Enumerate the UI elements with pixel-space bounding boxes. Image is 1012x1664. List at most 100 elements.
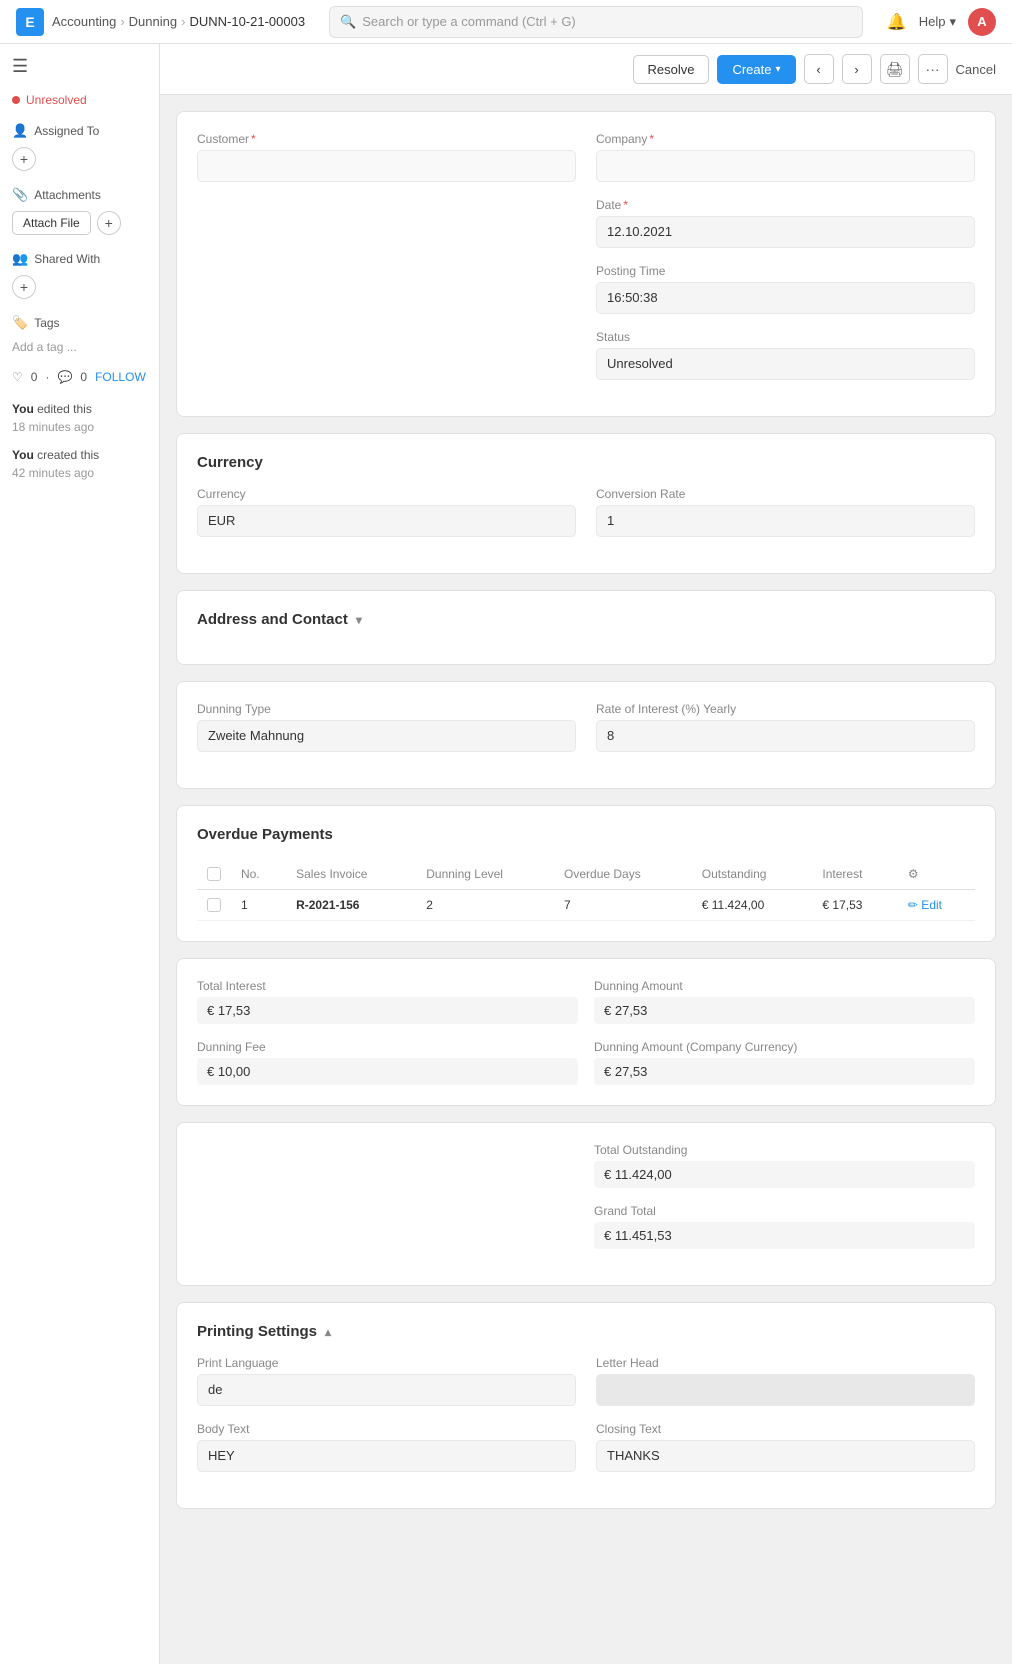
print-language-group: Print Language de bbox=[197, 1356, 576, 1406]
overdue-table-header: No. Sales Invoice Dunning Level Overdue … bbox=[197, 859, 975, 890]
letter-head-label: Letter Head bbox=[596, 1356, 975, 1370]
help-button[interactable]: Help ▾ bbox=[919, 14, 956, 30]
attach-file-add-button[interactable]: + bbox=[97, 211, 121, 235]
resolve-button[interactable]: Resolve bbox=[633, 55, 710, 84]
comments-count: 0 bbox=[80, 370, 87, 384]
print-language-field[interactable]: de bbox=[197, 1374, 576, 1406]
chevron-left-icon: ‹ bbox=[816, 62, 820, 77]
status-row: Status Unresolved bbox=[197, 330, 975, 396]
brand-logo: E bbox=[16, 8, 44, 36]
attach-file-button[interactable]: Attach File bbox=[12, 211, 91, 235]
table-settings-icon[interactable]: ⚙ bbox=[908, 867, 919, 881]
letter-head-field[interactable] bbox=[596, 1374, 975, 1406]
dunning-type-row: Dunning Type Zweite Mahnung Rate of Inte… bbox=[197, 702, 975, 768]
dunning-type-field[interactable]: Zweite Mahnung bbox=[197, 720, 576, 752]
search-bar[interactable]: 🔍 Search or type a command (Ctrl + G) bbox=[329, 6, 863, 38]
address-contact-card: Address and Contact ▾ bbox=[176, 590, 996, 665]
grand-total-left bbox=[197, 1143, 578, 1265]
create-dropdown-arrow-icon: ▾ bbox=[776, 64, 781, 75]
attachments-label: Attachments bbox=[34, 188, 101, 202]
follow-button[interactable]: FOLLOW bbox=[95, 370, 146, 384]
activity-entry-edited: You edited this 18 minutes ago bbox=[12, 400, 147, 436]
posting-time-label: Posting Time bbox=[596, 264, 975, 278]
avatar[interactable]: A bbox=[968, 8, 996, 36]
currency-field[interactable]: EUR bbox=[197, 505, 576, 537]
menu-icon[interactable]: ☰ bbox=[12, 56, 147, 77]
tags-section: 🏷️ Tags Add a tag ... bbox=[12, 315, 147, 354]
body-text-field[interactable]: HEY bbox=[197, 1440, 576, 1472]
status-label: Status bbox=[596, 330, 975, 344]
print-button[interactable]: 🖨 bbox=[880, 54, 910, 84]
topnav-actions: 🔔 Help ▾ A bbox=[887, 8, 996, 36]
print-language-label: Print Language bbox=[197, 1356, 576, 1370]
likes-count: 0 bbox=[31, 370, 38, 384]
posting-time-group: Posting Time 16:50:38 bbox=[596, 264, 975, 314]
closing-text-group: Closing Text THANKS bbox=[596, 1422, 975, 1472]
date-field[interactable]: 12.10.2021 bbox=[596, 216, 975, 248]
assigned-to-section: 👤 Assigned To + bbox=[12, 123, 147, 171]
edit-link[interactable]: ✏ Edit bbox=[908, 898, 965, 912]
dunning-amount-company-value: € 27,53 bbox=[594, 1058, 975, 1085]
rate-field[interactable]: 8 bbox=[596, 720, 975, 752]
like-icon[interactable]: ♡ bbox=[12, 370, 23, 384]
tag-icon: 🏷️ bbox=[12, 315, 28, 331]
dunning-fee-value: € 10,00 bbox=[197, 1058, 578, 1085]
totals-card: Total Interest € 17,53 Dunning Amount € … bbox=[176, 958, 996, 1106]
closing-text-field[interactable]: THANKS bbox=[596, 1440, 975, 1472]
total-interest-item: Total Interest € 17,53 bbox=[197, 979, 578, 1024]
total-outstanding-value: € 11.424,00 bbox=[594, 1161, 975, 1188]
currency-row: Currency EUR Conversion Rate 1 bbox=[197, 487, 975, 553]
dunning-amount-company-label: Dunning Amount (Company Currency) bbox=[594, 1040, 975, 1054]
more-options-button[interactable]: ··· bbox=[918, 54, 948, 84]
activity-action-2: created this bbox=[37, 448, 99, 462]
assigned-to-add-button[interactable]: + bbox=[12, 147, 36, 171]
conversion-rate-field[interactable]: 1 bbox=[596, 505, 975, 537]
content-body: Customer* Company* Da bbox=[160, 95, 1012, 1525]
breadcrumb-accounting[interactable]: Accounting bbox=[52, 14, 116, 29]
customer-field[interactable] bbox=[197, 150, 576, 182]
company-field[interactable] bbox=[596, 150, 975, 182]
grand-total-card: Total Outstanding € 11.424,00 Grand Tota… bbox=[176, 1122, 996, 1286]
row-checkbox-cell bbox=[197, 890, 231, 921]
dunning-type-card: Dunning Type Zweite Mahnung Rate of Inte… bbox=[176, 681, 996, 789]
chevron-down-icon: ▾ bbox=[949, 14, 956, 30]
paperclip-icon: 📎 bbox=[12, 187, 28, 203]
cancel-button[interactable]: Cancel bbox=[956, 62, 996, 77]
address-collapse-icon[interactable]: ▾ bbox=[356, 613, 362, 627]
activity-entry-created: You created this 42 minutes ago bbox=[12, 446, 147, 482]
col-settings: ⚙ bbox=[898, 859, 975, 890]
company-group: Company* bbox=[596, 132, 975, 182]
body-text-group: Body Text HEY bbox=[197, 1422, 576, 1472]
dunning-fee-item: Dunning Fee € 10,00 bbox=[197, 1040, 578, 1085]
grand-total-grid: Total Outstanding € 11.424,00 Grand Tota… bbox=[197, 1143, 975, 1265]
status-text: Unresolved bbox=[26, 93, 87, 107]
body-text-label: Body Text bbox=[197, 1422, 576, 1436]
create-button[interactable]: Create ▾ bbox=[717, 55, 795, 84]
dunning-type-label: Dunning Type bbox=[197, 702, 576, 716]
totals-grid: Total Interest € 17,53 Dunning Amount € … bbox=[197, 979, 975, 1085]
row-dunning-level: 2 bbox=[416, 890, 554, 921]
group-icon: 👥 bbox=[12, 251, 28, 267]
status-field[interactable]: Unresolved bbox=[596, 348, 975, 380]
text-row: Body Text HEY Closing Text THANKS bbox=[197, 1422, 975, 1488]
notification-bell-icon[interactable]: 🔔 bbox=[887, 12, 907, 32]
total-outstanding-item: Total Outstanding € 11.424,00 bbox=[594, 1143, 975, 1188]
next-button[interactable]: › bbox=[842, 54, 872, 84]
shared-with-add-button[interactable]: + bbox=[12, 275, 36, 299]
comment-icon[interactable]: 💬 bbox=[57, 370, 72, 384]
add-tag-input[interactable]: Add a tag ... bbox=[12, 340, 77, 354]
prev-button[interactable]: ‹ bbox=[804, 54, 834, 84]
total-interest-value: € 17,53 bbox=[197, 997, 578, 1024]
sidebar-actions: ♡ 0 · 💬 0 FOLLOW bbox=[12, 370, 147, 384]
date-row: Date* 12.10.2021 bbox=[197, 198, 975, 264]
col-no: No. bbox=[231, 859, 286, 890]
activity-time-2: 42 minutes ago bbox=[12, 466, 94, 480]
breadcrumb-dunning[interactable]: Dunning bbox=[129, 14, 177, 29]
overdue-payments-card: Overdue Payments No. Sales Invoice Dunni… bbox=[176, 805, 996, 942]
conversion-rate-group: Conversion Rate 1 bbox=[596, 487, 975, 537]
conversion-rate-label: Conversion Rate bbox=[596, 487, 975, 501]
posting-time-field[interactable]: 16:50:38 bbox=[596, 282, 975, 314]
printing-collapse-icon[interactable]: ▴ bbox=[325, 1325, 331, 1339]
overdue-section-title: Overdue Payments bbox=[197, 826, 975, 843]
currency-group: Currency EUR bbox=[197, 487, 576, 537]
